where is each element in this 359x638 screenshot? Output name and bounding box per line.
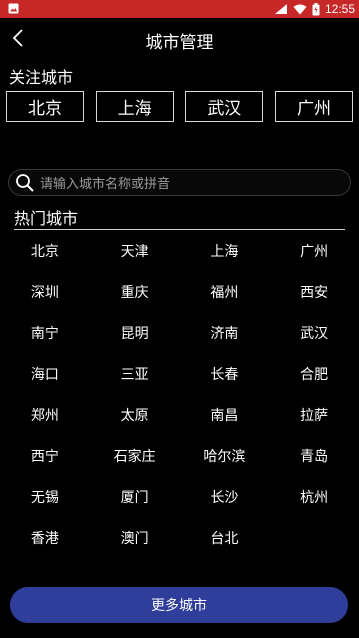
followed-cities-label: 关注城市: [9, 68, 74, 87]
followed-city-button[interactable]: 上海: [95, 91, 174, 122]
grid-row: 西宁 石家庄 哈尔滨 青岛: [0, 443, 359, 484]
hot-city-item[interactable]: 无锡: [0, 484, 90, 525]
grid-row: 海口 三亚 长春 合肥: [0, 361, 359, 402]
more-cities-button[interactable]: 更多城市: [10, 587, 348, 623]
hot-city-item[interactable]: 石家庄: [90, 443, 180, 484]
hot-city-item[interactable]: 深圳: [0, 279, 90, 320]
hot-city-item[interactable]: 西宁: [0, 443, 90, 484]
hot-city-item[interactable]: 太原: [90, 402, 180, 443]
hot-city-item[interactable]: 济南: [180, 320, 270, 361]
hot-city-item[interactable]: 昆明: [90, 320, 180, 361]
hot-city-item[interactable]: 海口: [0, 361, 90, 402]
hot-city-item[interactable]: 杭州: [269, 484, 359, 525]
hot-city-item[interactable]: 南昌: [180, 402, 270, 443]
hot-city-item[interactable]: 上海: [180, 238, 270, 279]
status-right: 12:55: [274, 0, 355, 18]
hot-city-item[interactable]: 三亚: [90, 361, 180, 402]
hot-city-item[interactable]: 拉萨: [269, 402, 359, 443]
hot-cities-label: 热门城市: [14, 209, 79, 228]
wifi-icon: [293, 4, 307, 14]
hot-cities-grid: 北京 天津 上海 广州 深圳 重庆 福州 西安 南宁 昆明 济南 武汉 海口 三…: [0, 238, 359, 566]
hot-city-item[interactable]: 长沙: [180, 484, 270, 525]
hot-city-item[interactable]: 澳门: [90, 525, 180, 566]
hot-city-item[interactable]: 天津: [90, 238, 180, 279]
hot-city-item[interactable]: 西安: [269, 279, 359, 320]
battery-icon: [312, 2, 320, 15]
hot-city-item[interactable]: 武汉: [269, 320, 359, 361]
search-icon: [16, 173, 34, 192]
hot-city-item[interactable]: 南宁: [0, 320, 90, 361]
status-bar: 12:55: [0, 0, 359, 18]
search-input[interactable]: 请输入城市名称或拼音: [8, 169, 351, 196]
hot-city-item: [269, 525, 359, 566]
hot-city-item[interactable]: 郑州: [0, 402, 90, 443]
followed-city-button[interactable]: 北京: [6, 91, 84, 122]
hot-city-item[interactable]: 合肥: [269, 361, 359, 402]
grid-row: 香港 澳门 台北: [0, 525, 359, 566]
hot-city-item[interactable]: 重庆: [90, 279, 180, 320]
nav-bar: 城市管理: [0, 18, 359, 60]
hot-city-item[interactable]: 厦门: [90, 484, 180, 525]
divider: [14, 229, 345, 230]
followed-city-button[interactable]: 广州: [274, 91, 353, 122]
signal-icon: [274, 4, 287, 14]
hot-city-item[interactable]: 长春: [180, 361, 270, 402]
image-notification-icon: [8, 3, 19, 14]
hot-city-item[interactable]: 福州: [180, 279, 270, 320]
hot-city-item[interactable]: 台北: [180, 525, 270, 566]
grid-row: 郑州 太原 南昌 拉萨: [0, 402, 359, 443]
hot-city-item[interactable]: 北京: [0, 238, 90, 279]
hot-city-item[interactable]: 广州: [269, 238, 359, 279]
hot-city-item[interactable]: 哈尔滨: [180, 443, 270, 484]
grid-row: 南宁 昆明 济南 武汉: [0, 320, 359, 361]
followed-cities: 北京 上海 武汉 广州: [6, 91, 353, 122]
hot-city-item[interactable]: 香港: [0, 525, 90, 566]
page-title: 城市管理: [145, 33, 214, 53]
search-placeholder: 请输入城市名称或拼音: [40, 177, 171, 192]
grid-row: 无锡 厦门 长沙 杭州: [0, 484, 359, 525]
grid-row: 北京 天津 上海 广州: [0, 238, 359, 279]
followed-city-button[interactable]: 武汉: [185, 91, 264, 122]
status-time: 12:55: [324, 2, 355, 16]
hot-city-item[interactable]: 青岛: [269, 443, 359, 484]
grid-row: 深圳 重庆 福州 西安: [0, 279, 359, 320]
